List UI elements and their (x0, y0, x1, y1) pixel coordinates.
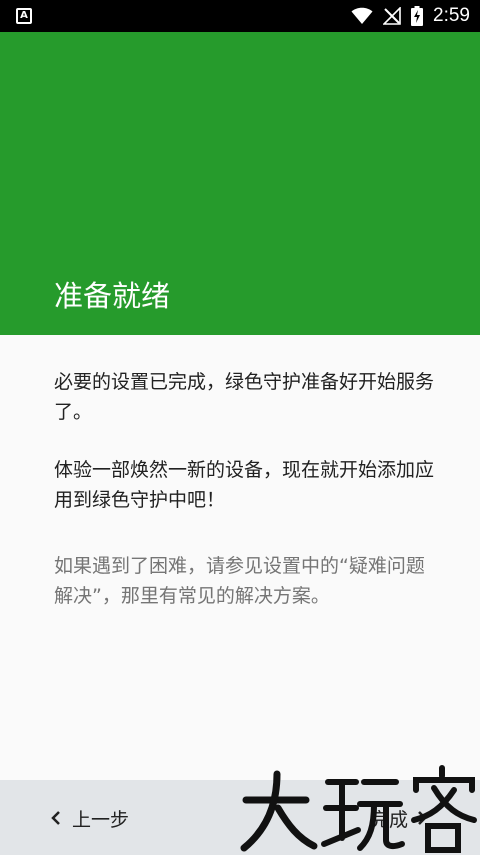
battery-charging-icon (411, 6, 423, 26)
content: 必要的设置已完成，绿色守护准备好开始服务了。 体验一部焕然一新的设备，现在就开始… (54, 367, 434, 639)
status-icons: 2:59 (351, 0, 470, 32)
get-started-message: 体验一部焕然一新的设备，现在就开始添加应用到绿色守护中吧！ (54, 455, 434, 515)
page-title: 准备就绪 (54, 273, 170, 315)
notification-a-icon: A (16, 8, 32, 24)
troubleshooting-hint: 如果遇到了困难，请参见设置中的“疑难问题解决”，那里有常见的解决方案。 (54, 551, 434, 611)
done-button[interactable]: 完成 (370, 798, 428, 838)
done-button-label: 完成 (370, 805, 408, 832)
chevron-right-icon (416, 810, 428, 826)
wifi-icon (351, 7, 373, 25)
status-bar: A 2:59 (0, 0, 480, 32)
bottom-navigation-bar: 上一步 完成 (0, 780, 480, 855)
header: 准备就绪 (0, 32, 480, 335)
back-button[interactable]: 上一步 (50, 798, 129, 838)
no-signal-icon (383, 7, 401, 25)
status-time: 2:59 (433, 5, 470, 27)
back-button-label: 上一步 (72, 805, 129, 832)
completion-message: 必要的设置已完成，绿色守护准备好开始服务了。 (54, 367, 434, 427)
chevron-left-icon (50, 810, 62, 826)
